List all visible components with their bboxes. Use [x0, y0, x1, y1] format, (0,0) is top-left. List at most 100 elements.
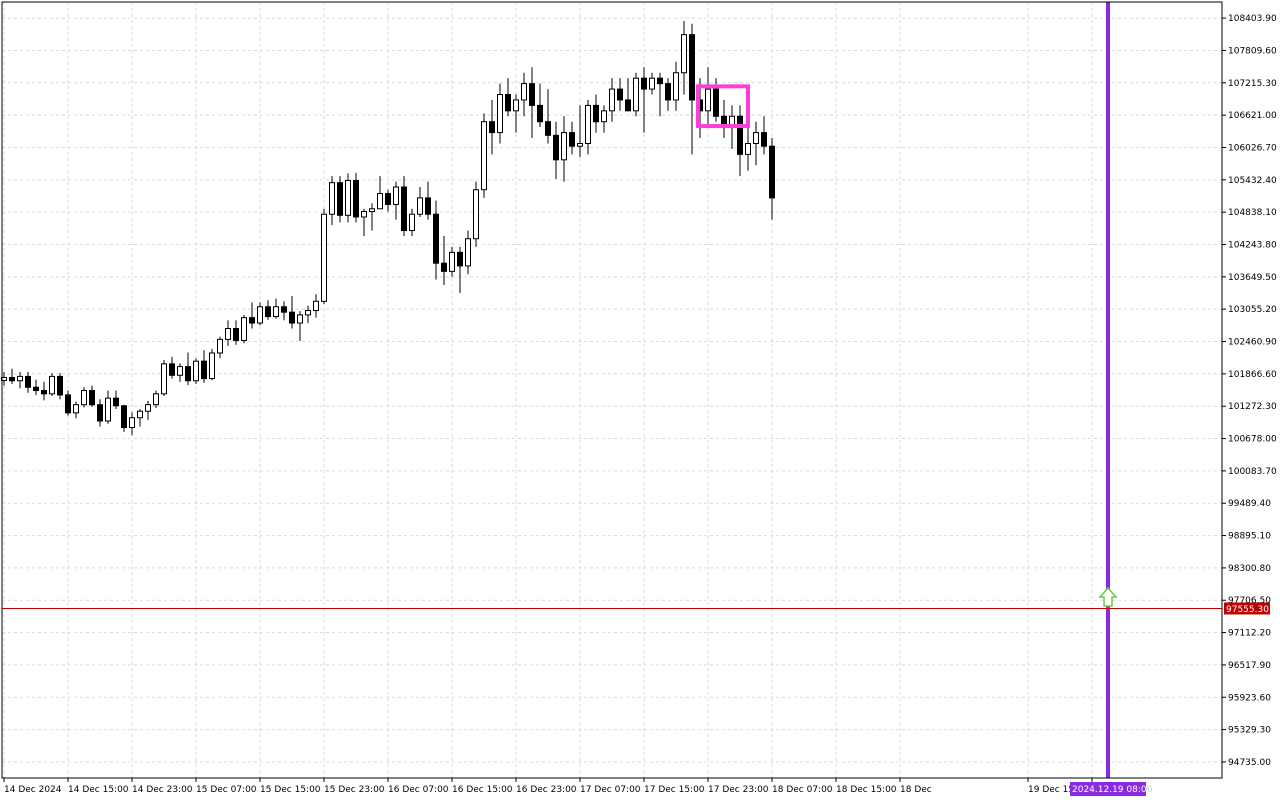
candle-body	[193, 360, 199, 382]
x-tick-label: 18 Dec 15:00	[836, 785, 897, 795]
candle-body	[137, 410, 143, 419]
candle-body	[449, 251, 455, 272]
candle-body	[673, 72, 679, 101]
y-tick-label: 106621.00	[1228, 111, 1277, 121]
candle-body	[737, 115, 743, 155]
candle-body	[609, 88, 615, 112]
candle-body	[481, 121, 487, 191]
candle-body	[337, 182, 343, 216]
x-tick-label: 14 Dec 15:00	[68, 785, 129, 795]
candle	[209, 349, 215, 381]
x-tick-label: 15 Dec 15:00	[260, 785, 321, 795]
candle-body	[569, 132, 575, 147]
y-tick-label: 96517.90	[1228, 661, 1271, 671]
candle-body	[625, 99, 631, 112]
y-tick-label: 108403.90	[1228, 14, 1277, 24]
candle	[473, 181, 479, 247]
y-tick-label: 102460.90	[1228, 338, 1277, 348]
candle-body	[649, 77, 655, 90]
candle-body	[681, 34, 687, 74]
x-tick-label: 16 Dec 15:00	[452, 785, 513, 795]
candle-body	[537, 104, 543, 123]
candle	[633, 72, 639, 117]
candle-body	[113, 397, 119, 407]
candle-body	[689, 34, 695, 101]
y-tick-label: 105432.40	[1228, 176, 1277, 186]
candle	[337, 176, 343, 223]
candle-body	[473, 189, 479, 240]
candle-body	[25, 375, 31, 388]
candle-body	[489, 121, 495, 134]
candle-body	[545, 121, 551, 136]
candle	[161, 360, 167, 396]
candle-body	[177, 366, 183, 376]
candle-body	[753, 132, 759, 144]
candle-body	[89, 390, 95, 406]
candle-body	[665, 83, 671, 101]
candle-body	[465, 238, 471, 267]
candle-body	[121, 405, 127, 429]
candle-body	[761, 132, 767, 147]
ichimoku-chart[interactable]: 108403.90 107809.60 107215.30 106621.00 1060…	[0, 0, 1280, 800]
candle-body	[73, 404, 79, 414]
candle-body	[377, 193, 383, 210]
vline-date-label: 2024.12.19 08:00	[1072, 785, 1153, 795]
candle-body	[233, 328, 239, 341]
candle	[321, 208, 327, 305]
candle-body	[185, 366, 191, 382]
candle-body	[417, 197, 423, 215]
candle	[121, 404, 127, 432]
y-tick-label: 103649.50	[1228, 273, 1277, 283]
candle-body	[65, 394, 71, 414]
candle-body	[9, 376, 15, 382]
candle	[57, 373, 63, 400]
y-tick-label: 103055.20	[1228, 305, 1277, 315]
candle-body	[369, 208, 375, 213]
candle-body	[297, 314, 303, 324]
x-tick-label: 14 Dec 23:00	[132, 785, 193, 795]
y-tick-label: 95923.60	[1228, 693, 1271, 703]
candle-body	[497, 94, 503, 134]
x-tick-label: 17 Dec 07:00	[580, 785, 641, 795]
x-tick-label: 16 Dec 23:00	[516, 785, 577, 795]
candle-body	[97, 404, 103, 422]
candle-body	[145, 404, 151, 412]
candle-body	[217, 338, 223, 354]
candle-body	[577, 142, 583, 147]
candle-body	[161, 363, 167, 395]
y-tick-label: 98895.10	[1228, 532, 1271, 542]
candle-body	[393, 186, 399, 205]
candle-body	[289, 311, 295, 324]
y-tick-label: 107809.60	[1228, 46, 1277, 56]
candle-body	[769, 145, 775, 199]
candle-body	[513, 99, 519, 112]
candle-body	[241, 317, 247, 341]
candle-body	[593, 104, 599, 123]
y-tick-label: 104838.10	[1228, 208, 1277, 218]
candle-body	[129, 417, 135, 429]
y-tick-label: 100083.70	[1228, 467, 1277, 477]
current-price-label: 97555.30	[1226, 605, 1269, 615]
candle-body	[81, 390, 87, 406]
x-tick-label: 15 Dec 23:00	[324, 785, 385, 795]
candle-body	[561, 132, 567, 161]
x-tick-label: 15 Dec 07:00	[196, 785, 257, 795]
y-tick-label: 104243.80	[1228, 240, 1277, 250]
candle-body	[633, 77, 639, 112]
candle-body	[281, 306, 287, 313]
candle-body	[41, 390, 47, 395]
y-tick-label: 99489.40	[1228, 499, 1271, 509]
candle	[49, 373, 55, 396]
candle-body	[641, 77, 647, 90]
candle-body	[553, 134, 559, 161]
y-tick-label: 107215.30	[1228, 79, 1277, 89]
candle-body	[201, 360, 207, 380]
y-tick-label: 94735.00	[1228, 758, 1271, 768]
candle-body	[713, 88, 719, 117]
y-tick-label: 98300.80	[1228, 564, 1271, 574]
y-tick-label: 100678.00	[1228, 435, 1277, 445]
candle-body	[57, 375, 63, 396]
candle-body	[17, 375, 23, 382]
candle-body	[521, 83, 527, 101]
candle-body	[313, 300, 319, 312]
